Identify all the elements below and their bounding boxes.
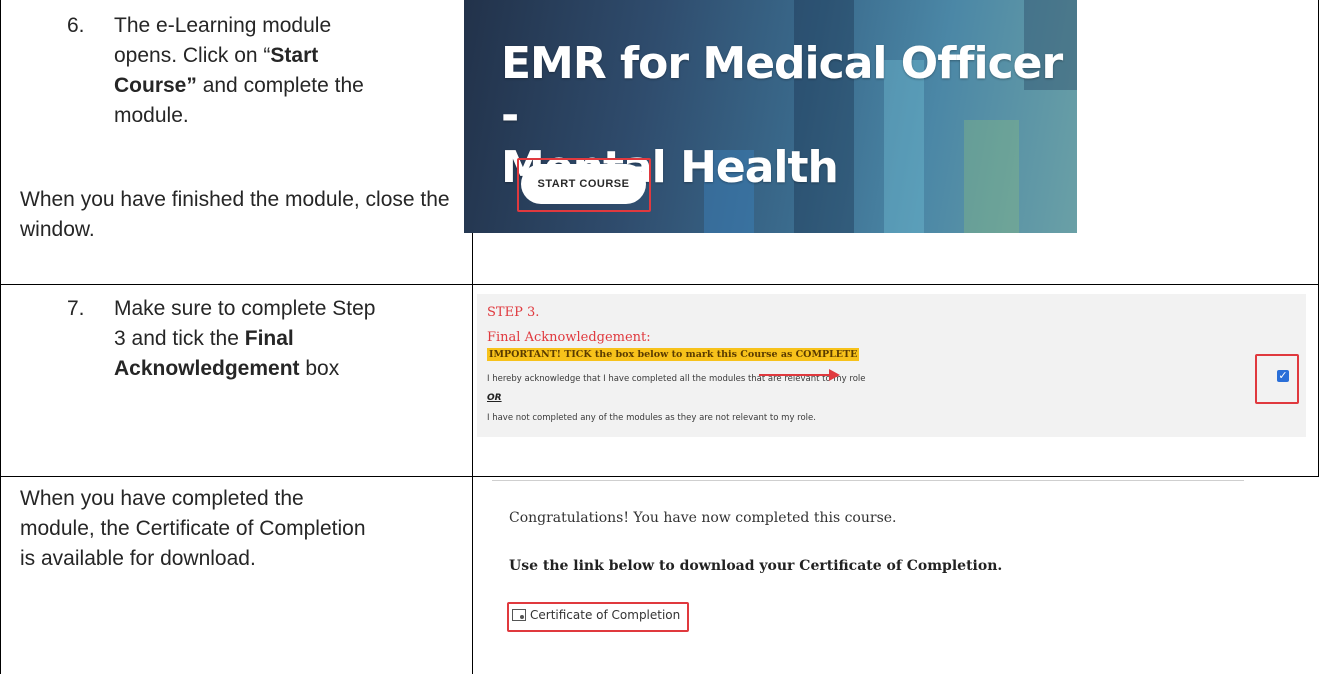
step-7-number: 7. <box>67 297 85 320</box>
step-6-number: 6. <box>67 14 85 37</box>
step-6-line-3: Course” and complete the <box>114 74 364 97</box>
important-notice: IMPORTANT! TICK the box below to mark th… <box>487 348 860 361</box>
table-border-left <box>0 0 1 674</box>
download-instruction: Use the link below to download your Cert… <box>509 558 1003 574</box>
step-7-line-1: Make sure to complete Step <box>114 297 376 320</box>
step-3-label: STEP 3. <box>487 305 540 320</box>
instruction-table: 6. The e-Learning module opens. Click on… <box>0 0 1319 674</box>
step-7-line-3: Acknowledgement box <box>114 357 340 380</box>
completion-text: When you have completed the module, the … <box>20 487 366 570</box>
course-banner-screenshot: EMR for Medical Officer - Mental Health … <box>464 0 1077 233</box>
start-course-highlight <box>517 158 651 212</box>
or-label: OR <box>487 393 502 403</box>
congratulations-message: Congratulations! You have now completed … <box>509 510 897 526</box>
row-divider-2 <box>0 476 1319 477</box>
acknowledgement-screenshot: STEP 3. Final Acknowledgement: IMPORTANT… <box>477 294 1306 437</box>
step-6-line-4: module. <box>114 104 189 127</box>
acknowledge-line-2: I have not completed any of the modules … <box>487 413 816 423</box>
step-7-line-2: 3 and tick the Final <box>114 327 294 350</box>
step-6-line-1: The e-Learning module <box>114 14 332 37</box>
step-6-subtext: When you have finished the module, close… <box>20 188 450 241</box>
completion-screenshot-top-edge <box>492 480 1244 481</box>
arrow-right-icon <box>829 369 840 381</box>
arrow-shaft <box>759 374 831 376</box>
row-divider-1 <box>0 284 1319 285</box>
final-acknowledgement-checkbox[interactable]: ✓ <box>1277 370 1289 382</box>
final-acknowledgement-title: Final Acknowledgement: <box>487 330 651 345</box>
step-6-text: 6. The e-Learning module opens. Click on… <box>67 11 397 131</box>
step-6-line-2: opens. Click on “Start <box>114 44 319 67</box>
step-7-text: 7. Make sure to complete Step 3 and tick… <box>67 294 447 384</box>
certificate-highlight <box>507 602 689 632</box>
